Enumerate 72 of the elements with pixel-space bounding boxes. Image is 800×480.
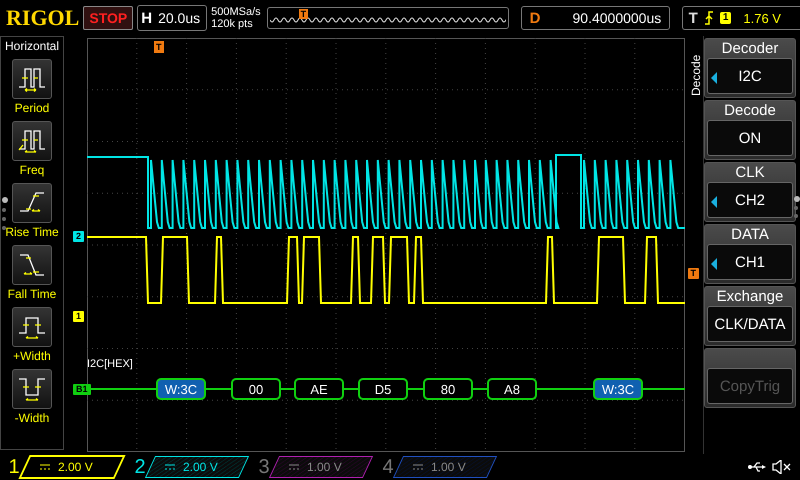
softkey-value[interactable]: CH1 bbox=[707, 244, 793, 280]
timebase-value: 20.0us bbox=[158, 10, 200, 26]
memory-depth: 120k pts bbox=[211, 18, 254, 30]
dc-coupling-icon bbox=[165, 464, 175, 470]
measure-button[interactable] bbox=[12, 183, 52, 223]
trigger-position-marker: T bbox=[298, 9, 308, 19]
overview-wave-icon bbox=[270, 15, 506, 25]
timebase-label: H bbox=[141, 10, 152, 26]
measure-button[interactable] bbox=[12, 369, 52, 409]
channel-marker[interactable]: 2 bbox=[73, 231, 84, 242]
sample-rate: 500MSa/s bbox=[211, 6, 261, 18]
mute-icon[interactable] bbox=[772, 460, 792, 474]
dc-coupling-icon bbox=[40, 464, 50, 470]
trigger-label: T bbox=[688, 10, 698, 26]
channel-scale-box[interactable]: 1.00 V bbox=[268, 456, 374, 478]
softkey-panel[interactable]: Exchange CLK/DATA bbox=[704, 286, 796, 346]
delay-value: 90.4000000us bbox=[572, 10, 662, 26]
channel-marker[interactable]: 1 bbox=[73, 311, 84, 322]
decoded-packet: 00 bbox=[231, 378, 281, 400]
delay-box[interactable]: D 90.4000000us bbox=[520, 6, 670, 30]
channel-marker[interactable]: B1 bbox=[73, 384, 91, 395]
menu-title: Decode bbox=[689, 54, 703, 96]
measure-button[interactable] bbox=[12, 121, 52, 161]
decode-label: I2C[HEX] bbox=[87, 358, 133, 370]
dc-coupling-icon bbox=[289, 464, 299, 470]
softkey-value[interactable]: ON bbox=[707, 120, 793, 156]
usb-icon bbox=[748, 462, 766, 472]
trigger-source: 1 bbox=[720, 12, 732, 24]
trigger-level-marker[interactable]: T bbox=[688, 268, 699, 279]
decoded-packet: A8 bbox=[487, 378, 537, 400]
decoded-packet: W:3C bbox=[593, 378, 643, 400]
run-state[interactable]: STOP bbox=[83, 6, 134, 30]
brand-logo: RIGOL bbox=[6, 5, 80, 31]
adjust-arrow-icon bbox=[711, 258, 717, 270]
measure-label: Fall Time bbox=[8, 287, 56, 301]
softkey-panel[interactable]: Decode ON bbox=[704, 100, 796, 160]
delay-label: D bbox=[530, 10, 540, 26]
menu-title: Horizontal bbox=[4, 39, 60, 53]
softkey-value[interactable]: I2C bbox=[707, 58, 793, 94]
channel-scale-box[interactable]: 2.00 V bbox=[144, 456, 250, 478]
trigger-position-marker: T bbox=[154, 41, 164, 53]
softkey-label: CLK bbox=[735, 164, 765, 182]
measure-label: -Width bbox=[14, 411, 50, 425]
softkey-panel[interactable]: DATA CH1 bbox=[704, 224, 796, 284]
softkey-panel[interactable]: Decoder I2C bbox=[704, 38, 796, 98]
measure-button[interactable] bbox=[12, 245, 52, 285]
softkey-label: DATA bbox=[731, 226, 769, 244]
decoded-packet: D5 bbox=[358, 378, 408, 400]
decoded-packet: AE bbox=[294, 378, 344, 400]
measure-label: Period bbox=[14, 101, 50, 115]
measure-label: +Width bbox=[13, 349, 51, 363]
softkey-label: Exchange bbox=[716, 288, 784, 306]
softkey-value[interactable]: CLK/DATA bbox=[707, 306, 793, 342]
measure-label: Rise Time bbox=[5, 225, 59, 239]
adjust-arrow-icon bbox=[711, 196, 717, 208]
adjust-arrow-icon bbox=[711, 72, 717, 84]
measure-button[interactable] bbox=[12, 59, 52, 99]
softkey-label: Decoder bbox=[722, 40, 778, 58]
softkey-panel[interactable]: CLK CH2 bbox=[704, 162, 796, 222]
timebase-box[interactable]: H 20.0us bbox=[137, 5, 208, 31]
channel-scale-box[interactable]: 2.00 V bbox=[18, 455, 126, 479]
decoded-packet: W:3C bbox=[156, 378, 206, 400]
measure-button[interactable] bbox=[12, 307, 52, 347]
dc-coupling-icon bbox=[413, 464, 423, 470]
decoded-packet: 80 bbox=[423, 378, 473, 400]
trigger-box[interactable]: T 1 1.76 V bbox=[682, 6, 800, 30]
softkey-value[interactable]: CH2 bbox=[707, 182, 793, 218]
softkey-label: Decode bbox=[724, 102, 776, 120]
rising-edge-icon bbox=[704, 11, 714, 25]
measure-label: Freq bbox=[20, 163, 44, 177]
channel-scale-box[interactable]: 1.00 V bbox=[392, 456, 498, 478]
trigger-level: 1.76 V bbox=[743, 10, 781, 26]
